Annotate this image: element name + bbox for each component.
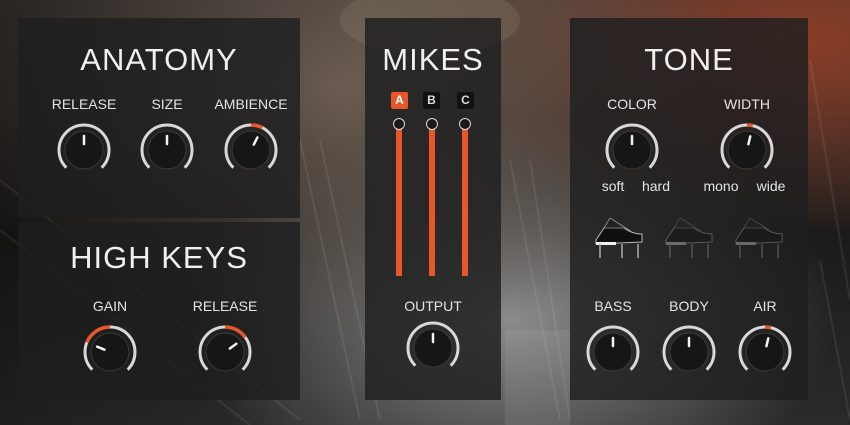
high-keys-release-knob[interactable]	[197, 324, 253, 380]
knob-value-arc	[764, 325, 772, 330]
high-keys-gain-knob[interactable]	[82, 324, 138, 380]
anatomy-release-knob[interactable]	[56, 122, 112, 178]
knob-body	[727, 130, 767, 170]
anatomy-size-knob[interactable]	[139, 122, 195, 178]
mike-c-button[interactable]: C	[457, 92, 474, 109]
anatomy-release-label: RELEASE	[51, 96, 117, 112]
tone-width-max-label: wide	[756, 178, 786, 194]
tone-color-min-label: soft	[601, 178, 625, 194]
mikes-panel: MIKES A B C OUTPUT	[365, 18, 501, 400]
tone-panel: TONE COLOR WIDTH soft hard mono wide BAS…	[570, 18, 808, 400]
mike-a-fader[interactable]	[393, 118, 405, 278]
tone-body-label: BODY	[669, 298, 709, 314]
grand-piano-icon	[665, 217, 713, 258]
high-keys-release-label: RELEASE	[192, 298, 258, 314]
output-knob[interactable]	[405, 320, 461, 376]
mike-c-fader-handle[interactable]	[459, 118, 471, 130]
piano-preset-3-button[interactable]	[732, 217, 786, 262]
high-keys-title: HIGH KEYS	[70, 240, 248, 275]
tone-width-min-label: mono	[703, 178, 739, 194]
tone-color-knob[interactable]	[604, 122, 660, 178]
mike-a-button[interactable]: A	[391, 92, 408, 109]
mike-a-fader-handle[interactable]	[393, 118, 405, 130]
tone-bass-label: BASS	[594, 298, 632, 314]
anatomy-ambience-label: AMBIENCE	[214, 96, 288, 112]
tone-color-max-label: hard	[641, 178, 671, 194]
high-keys-gain-label: GAIN	[92, 298, 128, 314]
tone-width-label: WIDTH	[724, 96, 770, 112]
mikes-title: MIKES	[382, 42, 484, 77]
mike-c-fader[interactable]	[459, 118, 471, 278]
knob-body	[745, 332, 785, 372]
piano-preset-2-button[interactable]	[662, 217, 716, 262]
anatomy-ambience-knob[interactable]	[223, 122, 279, 178]
tone-air-label: AIR	[753, 298, 777, 314]
grand-piano-icon	[735, 217, 783, 258]
tone-color-label: COLOR	[607, 96, 657, 112]
output-label: OUTPUT	[404, 298, 462, 314]
anatomy-size-label: SIZE	[151, 96, 183, 112]
knob-value-arc	[746, 123, 754, 128]
anatomy-title: ANATOMY	[80, 42, 238, 77]
knob-value-arc	[250, 123, 264, 130]
tone-air-knob[interactable]	[737, 324, 793, 380]
piano-preset-1-button[interactable]	[592, 217, 646, 262]
knob-body	[231, 130, 271, 170]
mike-b-fader-handle[interactable]	[426, 118, 438, 130]
anatomy-panel: ANATOMY RELEASE SIZE AMBIENCE	[18, 18, 300, 218]
tone-width-knob[interactable]	[719, 122, 775, 178]
tone-bass-knob[interactable]	[585, 324, 641, 380]
tone-body-knob[interactable]	[661, 324, 717, 380]
high-keys-panel: HIGH KEYS GAIN RELEASE	[18, 222, 300, 400]
knob-body	[90, 332, 130, 372]
knob-body	[205, 332, 245, 372]
tone-title: TONE	[644, 42, 734, 77]
grand-piano-icon	[595, 217, 643, 258]
mike-b-button[interactable]: B	[423, 92, 440, 109]
mike-b-fader[interactable]	[426, 118, 438, 278]
